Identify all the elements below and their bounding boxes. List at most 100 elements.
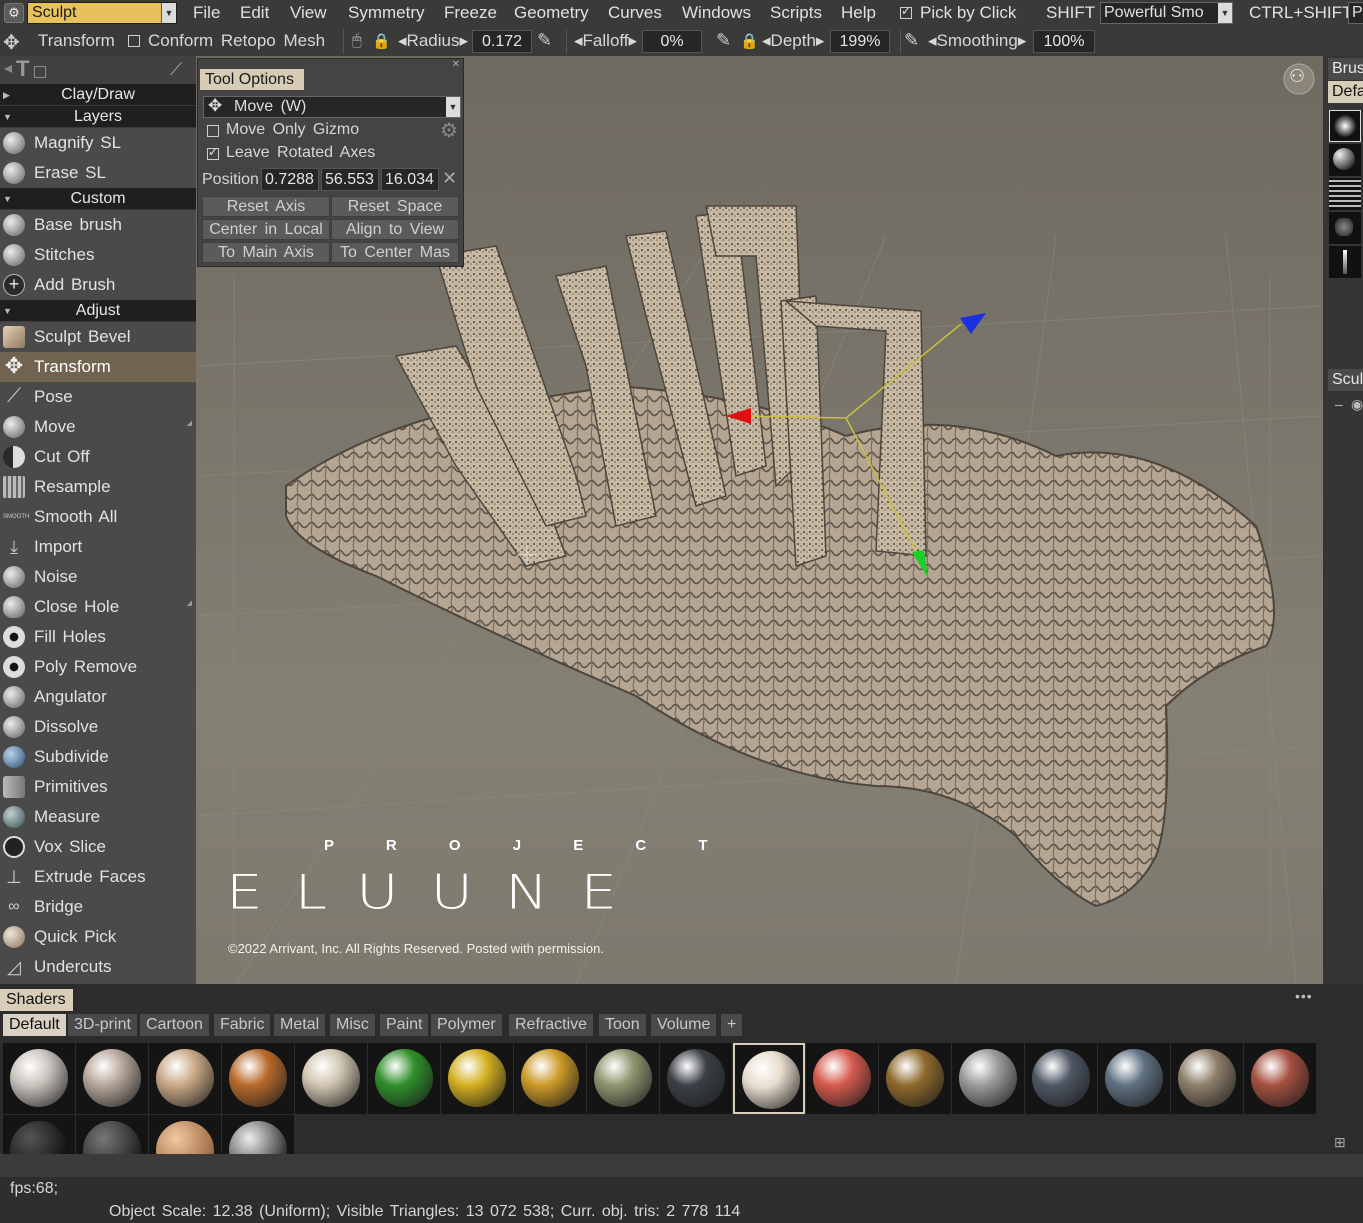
brush-panel-tab[interactable]: Brus — [1328, 58, 1363, 80]
menu-windows[interactable]: Windows — [682, 3, 751, 23]
app-logo-icon[interactable]: ⚙ — [4, 3, 24, 23]
align-to-view-button[interactable]: Align to View — [331, 219, 459, 240]
smoothing-value-field[interactable]: 100% — [1033, 30, 1095, 53]
to-main-axis-button[interactable]: To Main Axis — [202, 242, 330, 263]
tool-stitches[interactable]: Stitches — [0, 240, 196, 270]
shader-ball[interactable] — [76, 1043, 148, 1114]
shaders-tab[interactable]: Shaders — [0, 989, 73, 1011]
tool-undercuts[interactable]: ◿ Undercuts — [0, 952, 196, 982]
menu-file[interactable]: File — [193, 3, 220, 23]
tool-resample[interactable]: Resample — [0, 472, 196, 502]
shader-ball[interactable] — [514, 1043, 586, 1114]
close-icon[interactable]: ✕ — [452, 59, 460, 70]
tool-bridge[interactable]: ∞ Bridge — [0, 892, 196, 922]
shift-brush-select[interactable]: Powerful Smo ▼ — [1100, 2, 1233, 24]
shader-tab-3d-print[interactable]: 3D-print — [68, 1014, 137, 1036]
shader-ball[interactable] — [952, 1043, 1024, 1114]
brush-alpha-round[interactable] — [1329, 110, 1361, 142]
shader-tab-default[interactable]: Default — [3, 1014, 66, 1036]
shader-tab-cartoon[interactable]: Cartoon — [140, 1014, 209, 1036]
ctrl-shift-brush-select[interactable]: Po — [1348, 2, 1363, 24]
tool-import[interactable]: ⤓ Import — [0, 532, 196, 562]
shader-tab-paint[interactable]: Paint — [380, 1014, 429, 1036]
brush-icon[interactable]: ⟋ — [170, 60, 182, 80]
menu-geometry[interactable]: Geometry — [514, 3, 589, 23]
tool-add-brush[interactable]: + Add Brush — [0, 270, 196, 300]
menu-edit[interactable]: Edit — [240, 3, 269, 23]
shader-tab-misc[interactable]: Misc — [330, 1014, 375, 1036]
position-y-field[interactable]: 56.553 — [321, 168, 379, 191]
tool-extrude-faces[interactable]: ⊥ Extrude Faces — [0, 862, 196, 892]
tool-primitives[interactable]: Primitives — [0, 772, 196, 802]
menu-curves[interactable]: Curves — [608, 3, 662, 23]
default-brush-tab[interactable]: Defa — [1328, 81, 1363, 103]
smoothing-label[interactable]: ◂Smoothing▸ — [928, 31, 1026, 51]
shader-tab-metal[interactable]: Metal — [274, 1014, 326, 1036]
shader-ball[interactable] — [441, 1043, 513, 1114]
tool-move[interactable]: Move ◢ — [0, 412, 196, 442]
menu-freeze[interactable]: Freeze — [444, 3, 497, 23]
shader-ball[interactable] — [660, 1043, 732, 1114]
mode-select[interactable]: ✥ Move (W) ▼ — [203, 96, 461, 118]
lock-icon[interactable]: 🔒 — [740, 32, 759, 50]
shader-tab-fabric[interactable]: Fabric — [214, 1014, 271, 1036]
shader-ball[interactable] — [3, 1043, 75, 1114]
brush-alpha-rock[interactable] — [1329, 212, 1361, 244]
gizmo-z-arrow[interactable] — [960, 313, 986, 334]
eye-icon[interactable]: ◉ — [1351, 396, 1363, 413]
tool-vox-slice[interactable]: Vox Slice — [0, 832, 196, 862]
add-tab-button[interactable]: + — [721, 1014, 743, 1036]
pen-pressure-icon[interactable]: ✎ — [537, 30, 552, 51]
shader-ball[interactable] — [733, 1043, 805, 1114]
shader-ball[interactable] — [1171, 1043, 1243, 1114]
room-selector[interactable]: Sculpt ▼ — [27, 2, 177, 24]
shader-ball[interactable] — [76, 1115, 148, 1154]
shader-ball[interactable] — [1244, 1043, 1316, 1114]
gear-icon[interactable]: ⚙ — [440, 118, 458, 143]
shader-tab-refractive[interactable]: Refractive — [509, 1014, 594, 1036]
lock-icon[interactable]: 🔒 — [372, 32, 391, 50]
pen-pressure-icon[interactable]: ✎ — [904, 30, 919, 51]
radius-label[interactable]: ◂Radius▸ — [398, 31, 468, 51]
tool-quick-pick[interactable]: Quick Pick — [0, 922, 196, 952]
tool-dissolve[interactable]: Dissolve — [0, 712, 196, 742]
shader-ball[interactable] — [879, 1043, 951, 1114]
tool-poly-remove[interactable]: Poly Remove — [0, 652, 196, 682]
tool-cut-off[interactable]: Cut Off — [0, 442, 196, 472]
grid-icon[interactable] — [34, 66, 46, 78]
more-options-icon[interactable]: ••• — [1295, 988, 1313, 1004]
pick-by-click-checkbox[interactable] — [900, 4, 912, 19]
conform-retopo-checkbox[interactable] — [128, 35, 140, 47]
falloff-value-field[interactable]: 0% — [642, 30, 702, 53]
tool-erase-sl[interactable]: Erase SL — [0, 158, 196, 188]
radius-value-field[interactable]: 0.172 — [472, 30, 532, 53]
shader-ball[interactable] — [149, 1043, 221, 1114]
brush-alpha-line[interactable] — [1329, 246, 1361, 278]
shader-tab-volume[interactable]: Volume — [651, 1014, 717, 1036]
menu-view[interactable]: View — [290, 3, 327, 23]
clear-position-icon[interactable]: ✕ — [442, 168, 457, 189]
brush-alpha-sphere[interactable] — [1329, 144, 1361, 176]
camera-icon[interactable]: ⚇ — [1289, 66, 1305, 87]
position-z-field[interactable]: 16.034 — [381, 168, 439, 191]
to-center-mass-button[interactable]: To Center Mas — [331, 242, 459, 263]
collapse-icon[interactable]: – — [1335, 396, 1343, 412]
collapse-arrow-icon[interactable]: ◂ — [4, 58, 12, 78]
tool-smooth-all[interactable]: SMOOTH Smooth All — [0, 502, 196, 532]
brush-alpha-waves[interactable] — [1329, 178, 1361, 210]
pen-pressure-icon[interactable]: ✎ — [716, 30, 731, 51]
tool-measure[interactable]: Measure — [0, 802, 196, 832]
shader-ball[interactable] — [222, 1043, 294, 1114]
tool-base-brush[interactable]: Base brush — [0, 210, 196, 240]
section-layers[interactable]: ▼ Layers — [0, 106, 196, 128]
tool-fill-holes[interactable]: Fill Holes — [0, 622, 196, 652]
tool-close-hole[interactable]: Close Hole ◢ — [0, 592, 196, 622]
shader-ball[interactable] — [587, 1043, 659, 1114]
shader-tab-toon[interactable]: Toon — [599, 1014, 646, 1036]
shader-ball[interactable] — [222, 1115, 294, 1154]
falloff-label[interactable]: ◂Falloff▸ — [574, 31, 637, 51]
depth-value-field[interactable]: 199% — [830, 30, 890, 53]
tool-sculpt-bevel[interactable]: Sculpt Bevel — [0, 322, 196, 352]
tool-angulator[interactable]: Angulator — [0, 682, 196, 712]
section-clay-draw[interactable]: ▶ Clay/Draw — [0, 84, 196, 106]
